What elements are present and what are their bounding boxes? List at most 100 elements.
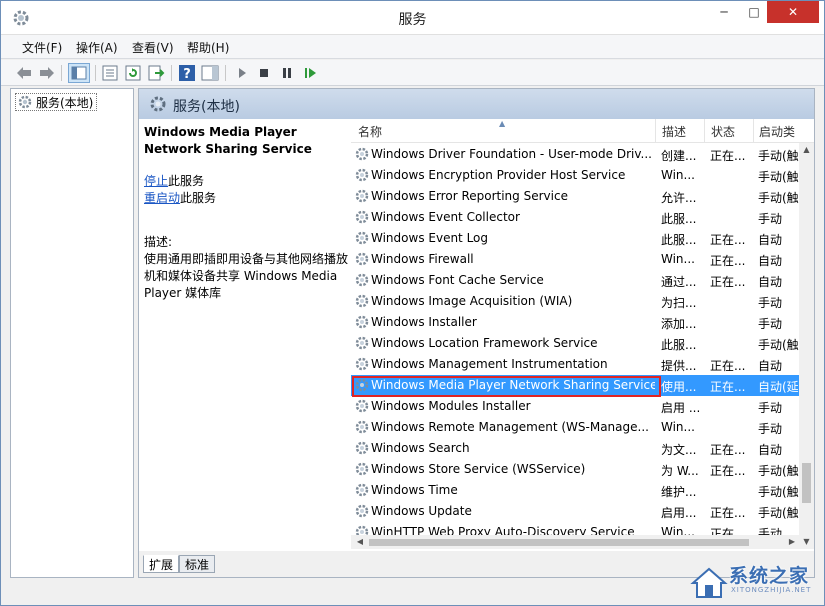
forward-arrow-icon[interactable] <box>38 64 56 82</box>
service-description-cell: 启用... <box>661 506 697 520</box>
service-status-cell: 正在... <box>710 275 746 289</box>
service-startup-type-cell: 自动 <box>758 359 783 373</box>
console-tree: 服务(本地) <box>10 88 134 578</box>
refresh-icon[interactable] <box>124 64 142 82</box>
properties-icon[interactable] <box>101 64 119 82</box>
tree-item-label: 服务(本地) <box>36 95 94 110</box>
table-row[interactable]: Windows Driver Foundation - User-mode Dr… <box>351 144 799 165</box>
panel-header: 服务(本地) <box>139 89 814 119</box>
pause-service-icon[interactable] <box>278 64 296 82</box>
table-row[interactable]: Windows Error Reporting Service 允许... 手动(触 <box>351 186 799 207</box>
service-gear-icon <box>355 252 369 266</box>
services-list: ▲ 名称 描述 状态 启动类 Windows Driver Foundation… <box>351 119 814 549</box>
service-description-cell: 允许... <box>661 191 697 205</box>
close-button[interactable]: ✕ <box>767 1 819 23</box>
service-name-cell: Windows Driver Foundation - User-mode Dr… <box>371 147 652 161</box>
horizontal-scrollbar[interactable]: ◀ ▶ <box>351 535 799 549</box>
service-startup-type-cell: 自动 <box>758 254 783 268</box>
show-hide-console-tree-icon[interactable] <box>68 63 90 83</box>
service-description-cell: 为 W... <box>661 464 699 478</box>
gear-icon <box>18 95 32 109</box>
menu-action[interactable]: 操作(A) <box>76 39 118 56</box>
restart-suffix: 此服务 <box>180 191 217 205</box>
column-header-name[interactable]: 名称 <box>358 123 382 140</box>
service-gear-icon <box>355 504 369 518</box>
service-status-cell: 正在... <box>710 359 746 373</box>
service-name-cell: Windows Location Framework Service <box>371 336 598 350</box>
start-service-icon[interactable] <box>233 64 251 82</box>
service-status-cell: 正在... <box>710 506 746 520</box>
menu-view[interactable]: 查看(V) <box>132 39 174 56</box>
horizontal-scroll-thumb[interactable] <box>369 539 749 546</box>
service-description-cell: Win... <box>661 420 695 434</box>
table-row[interactable]: Windows Location Framework Service 此服... 手… <box>351 333 799 354</box>
stop-service-icon[interactable] <box>255 64 273 82</box>
column-divider[interactable] <box>704 119 705 143</box>
minimize-button[interactable]: ─ <box>709 1 739 23</box>
column-header-startup-type[interactable]: 启动类 <box>759 123 795 140</box>
scroll-down-icon[interactable]: ▼ <box>799 535 814 549</box>
menu-help[interactable]: 帮助(H) <box>187 39 229 56</box>
service-description-cell: 为扫... <box>661 296 697 310</box>
service-startup-type-cell: 手动 <box>758 296 783 310</box>
stop-service-link[interactable]: 停止 <box>144 174 168 188</box>
table-row[interactable]: Windows Font Cache Service 通过... 正在... 自动 <box>351 270 799 291</box>
service-name-cell: Windows Update <box>371 504 472 518</box>
column-divider[interactable] <box>655 119 656 143</box>
service-gear-icon <box>355 210 369 224</box>
menu-bar: 文件(F) 操作(A) 查看(V) 帮助(H) <box>1 35 824 59</box>
table-row[interactable]: Windows Search 为文... 正在... 自动 <box>351 438 799 459</box>
service-gear-icon <box>355 315 369 329</box>
table-row[interactable]: Windows Update 启用... 正在... 手动(触 <box>351 501 799 522</box>
table-row[interactable]: Windows Encryption Provider Host Service… <box>351 165 799 186</box>
service-description-cell: 此服... <box>661 233 697 247</box>
column-divider[interactable] <box>753 119 754 143</box>
show-hide-action-pane-icon[interactable] <box>201 64 219 82</box>
table-row[interactable]: Windows Time 维护... 手动(触 <box>351 480 799 501</box>
service-startup-type-cell: 手动(触 <box>758 338 799 352</box>
service-startup-type-cell: 自动(延 <box>758 380 799 394</box>
help-icon[interactable]: ? <box>178 64 196 82</box>
description-text: 使用通用即插即用设备与其他网络播放机和媒体设备共享 Windows Media … <box>144 252 349 300</box>
table-row[interactable]: Windows Event Collector 此服... 手动 <box>351 207 799 228</box>
service-gear-icon <box>355 189 369 203</box>
service-gear-icon <box>355 378 369 392</box>
service-name-cell: Windows Search <box>371 441 470 455</box>
service-status-cell: 正在... <box>710 380 746 394</box>
scroll-right-icon[interactable]: ▶ <box>785 535 799 549</box>
vertical-scrollbar[interactable]: ▲ ▼ <box>799 143 814 549</box>
column-header-status[interactable]: 状态 <box>711 123 735 140</box>
back-arrow-icon[interactable] <box>15 64 33 82</box>
table-row[interactable]: Windows Modules Installer 启用 ... 手动 <box>351 396 799 417</box>
table-row[interactable]: Windows Remote Management (WS-Manage... W… <box>351 417 799 438</box>
vertical-scroll-thumb[interactable] <box>802 463 811 503</box>
table-row[interactable]: Windows Media Player Network Sharing Ser… <box>351 375 799 397</box>
tab-standard[interactable]: 标准 <box>179 555 216 573</box>
table-row[interactable]: Windows Management Instrumentation 提供... 正… <box>351 354 799 375</box>
menu-file[interactable]: 文件(F) <box>22 39 62 56</box>
service-startup-type-cell: 手动(触 <box>758 149 799 163</box>
service-name-cell: Windows Modules Installer <box>371 399 531 413</box>
table-row[interactable]: Windows Event Log 此服... 正在... 自动 <box>351 228 799 249</box>
table-row[interactable]: Windows Image Acquisition (WIA) 为扫... 手动 <box>351 291 799 312</box>
table-row[interactable]: Windows Firewall Win... 正在... 自动 <box>351 249 799 270</box>
column-header-description[interactable]: 描述 <box>662 123 686 140</box>
export-list-icon[interactable] <box>147 64 165 82</box>
service-description-cell: Win... <box>661 252 695 266</box>
scroll-up-icon[interactable]: ▲ <box>799 143 814 157</box>
service-gear-icon <box>355 336 369 350</box>
stop-suffix: 此服务 <box>168 174 205 188</box>
table-row[interactable]: Windows Store Service (WSService) 为 W... 正… <box>351 459 799 480</box>
toolbar-separator <box>95 65 96 81</box>
maximize-button[interactable]: □ <box>739 1 769 23</box>
watermark: 系统之家 XITONGZHIJIA.NET <box>689 557 823 605</box>
tree-item-services-local[interactable]: 服务(本地) <box>15 93 98 111</box>
restart-service-icon[interactable] <box>301 64 319 82</box>
table-row[interactable]: Windows Installer 添加... 手动 <box>351 312 799 333</box>
service-gear-icon <box>355 462 369 476</box>
restart-service-link[interactable]: 重启动 <box>144 191 180 205</box>
scroll-left-icon[interactable]: ◀ <box>353 535 367 549</box>
service-name-cell: Windows Time <box>371 483 458 497</box>
tab-extended[interactable]: 扩展 <box>143 555 180 573</box>
service-name-cell: Windows Event Log <box>371 231 489 245</box>
